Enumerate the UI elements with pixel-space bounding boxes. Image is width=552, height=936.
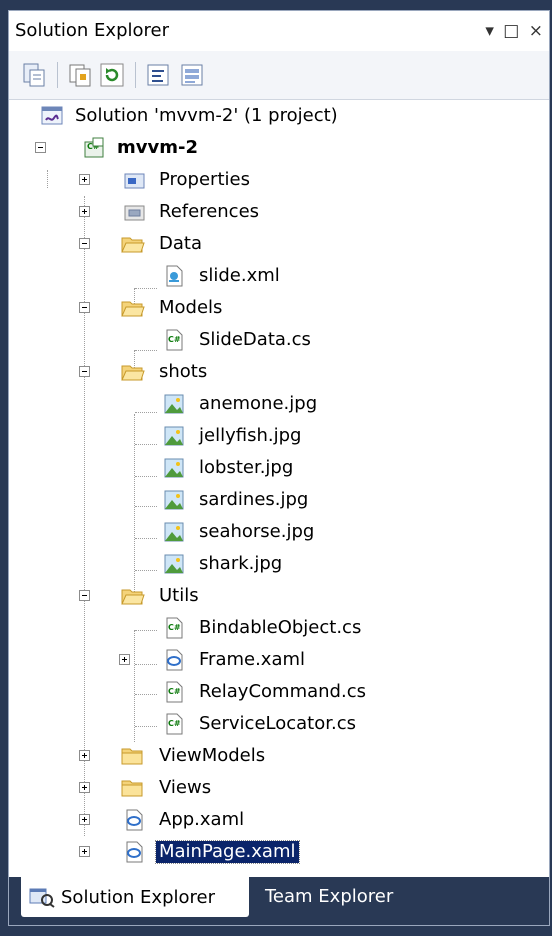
expand-toggle[interactable] [79,814,90,825]
tree-item-label: mvvm-2 [117,137,198,158]
open-folder-icon [121,361,145,383]
collapse-toggle[interactable] [79,366,90,377]
svg-text:C#: C# [168,623,181,632]
open-folder-icon [121,297,145,319]
expand-toggle[interactable] [79,782,90,793]
collapse-toggle[interactable] [35,142,46,153]
view-code-icon[interactable] [145,62,171,88]
folder-icon [121,745,143,767]
csharp-file-icon: C# [163,713,185,735]
tree-item-label: RelayCommand.cs [199,681,366,702]
csharp-file-icon: C# [163,329,185,351]
tab-label: Solution Explorer [61,887,215,908]
collapse-toggle[interactable] [79,590,90,601]
tree-item-label: App.xaml [159,809,245,830]
image-file-icon [163,425,185,447]
panel-titlebar: Solution Explorer ▾ □ × [9,11,549,51]
solution-tree: Solution 'mvvm-2' (1 project) C# mvvm-2 … [9,100,549,874]
expand-toggle[interactable] [79,846,90,857]
tree-item-label: Models [159,297,223,318]
solution-explorer-icon [29,886,55,908]
tree-item-label: shark.jpg [199,553,283,574]
open-folder-icon [121,233,145,255]
image-file-icon [163,489,185,511]
toolbar [9,51,549,100]
tree-item-label: ServiceLocator.cs [199,713,356,734]
image-file-icon [163,553,185,575]
panel-title: Solution Explorer [15,20,169,41]
refresh-icon[interactable] [99,62,125,88]
svg-text:C#: C# [168,719,181,728]
csharp-file-icon: C# [163,681,185,703]
tree-item-label: Utils [159,585,199,606]
tree-item-label: SlideData.cs [199,329,311,350]
tree-item-label: Data [159,233,202,254]
properties-folder-icon [123,169,145,191]
expand-toggle[interactable] [119,654,130,665]
collapse-toggle[interactable] [79,238,90,249]
tree-item-label: slide.xml [199,265,280,286]
tree-item-label: Views [159,777,212,798]
csharp-project-icon: C# [83,137,105,159]
csharp-file-icon: C# [163,617,185,639]
tree-item-label: Properties [159,169,250,190]
view-designer-icon[interactable] [179,62,205,88]
image-file-icon [163,521,185,543]
expand-toggle[interactable] [79,750,90,761]
expand-toggle[interactable] [79,174,90,185]
folder-icon [121,777,143,799]
open-folder-icon [121,585,145,607]
tree-item-label: shots [159,361,208,382]
tree-item-label: anemone.jpg [199,393,318,414]
image-file-icon [163,457,185,479]
tab-strip: Solution Explorer Team Explorer [9,877,549,925]
tree-item-label: MainPage.xaml [155,840,300,864]
xaml-file-icon [123,841,145,863]
tree-item-label: jellyfish.jpg [199,425,302,446]
properties-icon[interactable] [21,62,47,88]
show-all-files-icon[interactable] [67,62,93,88]
references-folder-icon [123,201,145,223]
tree-item-label: seahorse.jpg [199,521,315,542]
tree-item-label: lobster.jpg [199,457,294,478]
xml-file-icon [163,265,185,287]
image-file-icon [163,393,185,415]
svg-text:C#: C# [168,335,181,344]
xaml-file-icon [123,809,145,831]
tree-item-label: sardines.jpg [199,489,309,510]
solution-explorer-panel: Solution Explorer ▾ □ × Solution 'mvvm-2… [8,10,550,926]
tree-item-label: Frame.xaml [199,649,306,670]
collapse-toggle[interactable] [79,302,90,313]
window-buttons[interactable]: ▾ □ × [485,21,545,41]
xaml-file-icon [163,649,185,671]
expand-toggle[interactable] [79,206,90,217]
tree-item-label: Solution 'mvvm-2' (1 project) [75,105,338,126]
solution-icon [41,105,63,127]
tab-label: Team Explorer [265,886,394,907]
svg-text:C#: C# [168,687,181,696]
tree-item-label: References [159,201,260,222]
tree-item-label: ViewModels [159,745,266,766]
tab-solution-explorer[interactable]: Solution Explorer [21,877,249,917]
tree-item-label: BindableObject.cs [199,617,362,638]
